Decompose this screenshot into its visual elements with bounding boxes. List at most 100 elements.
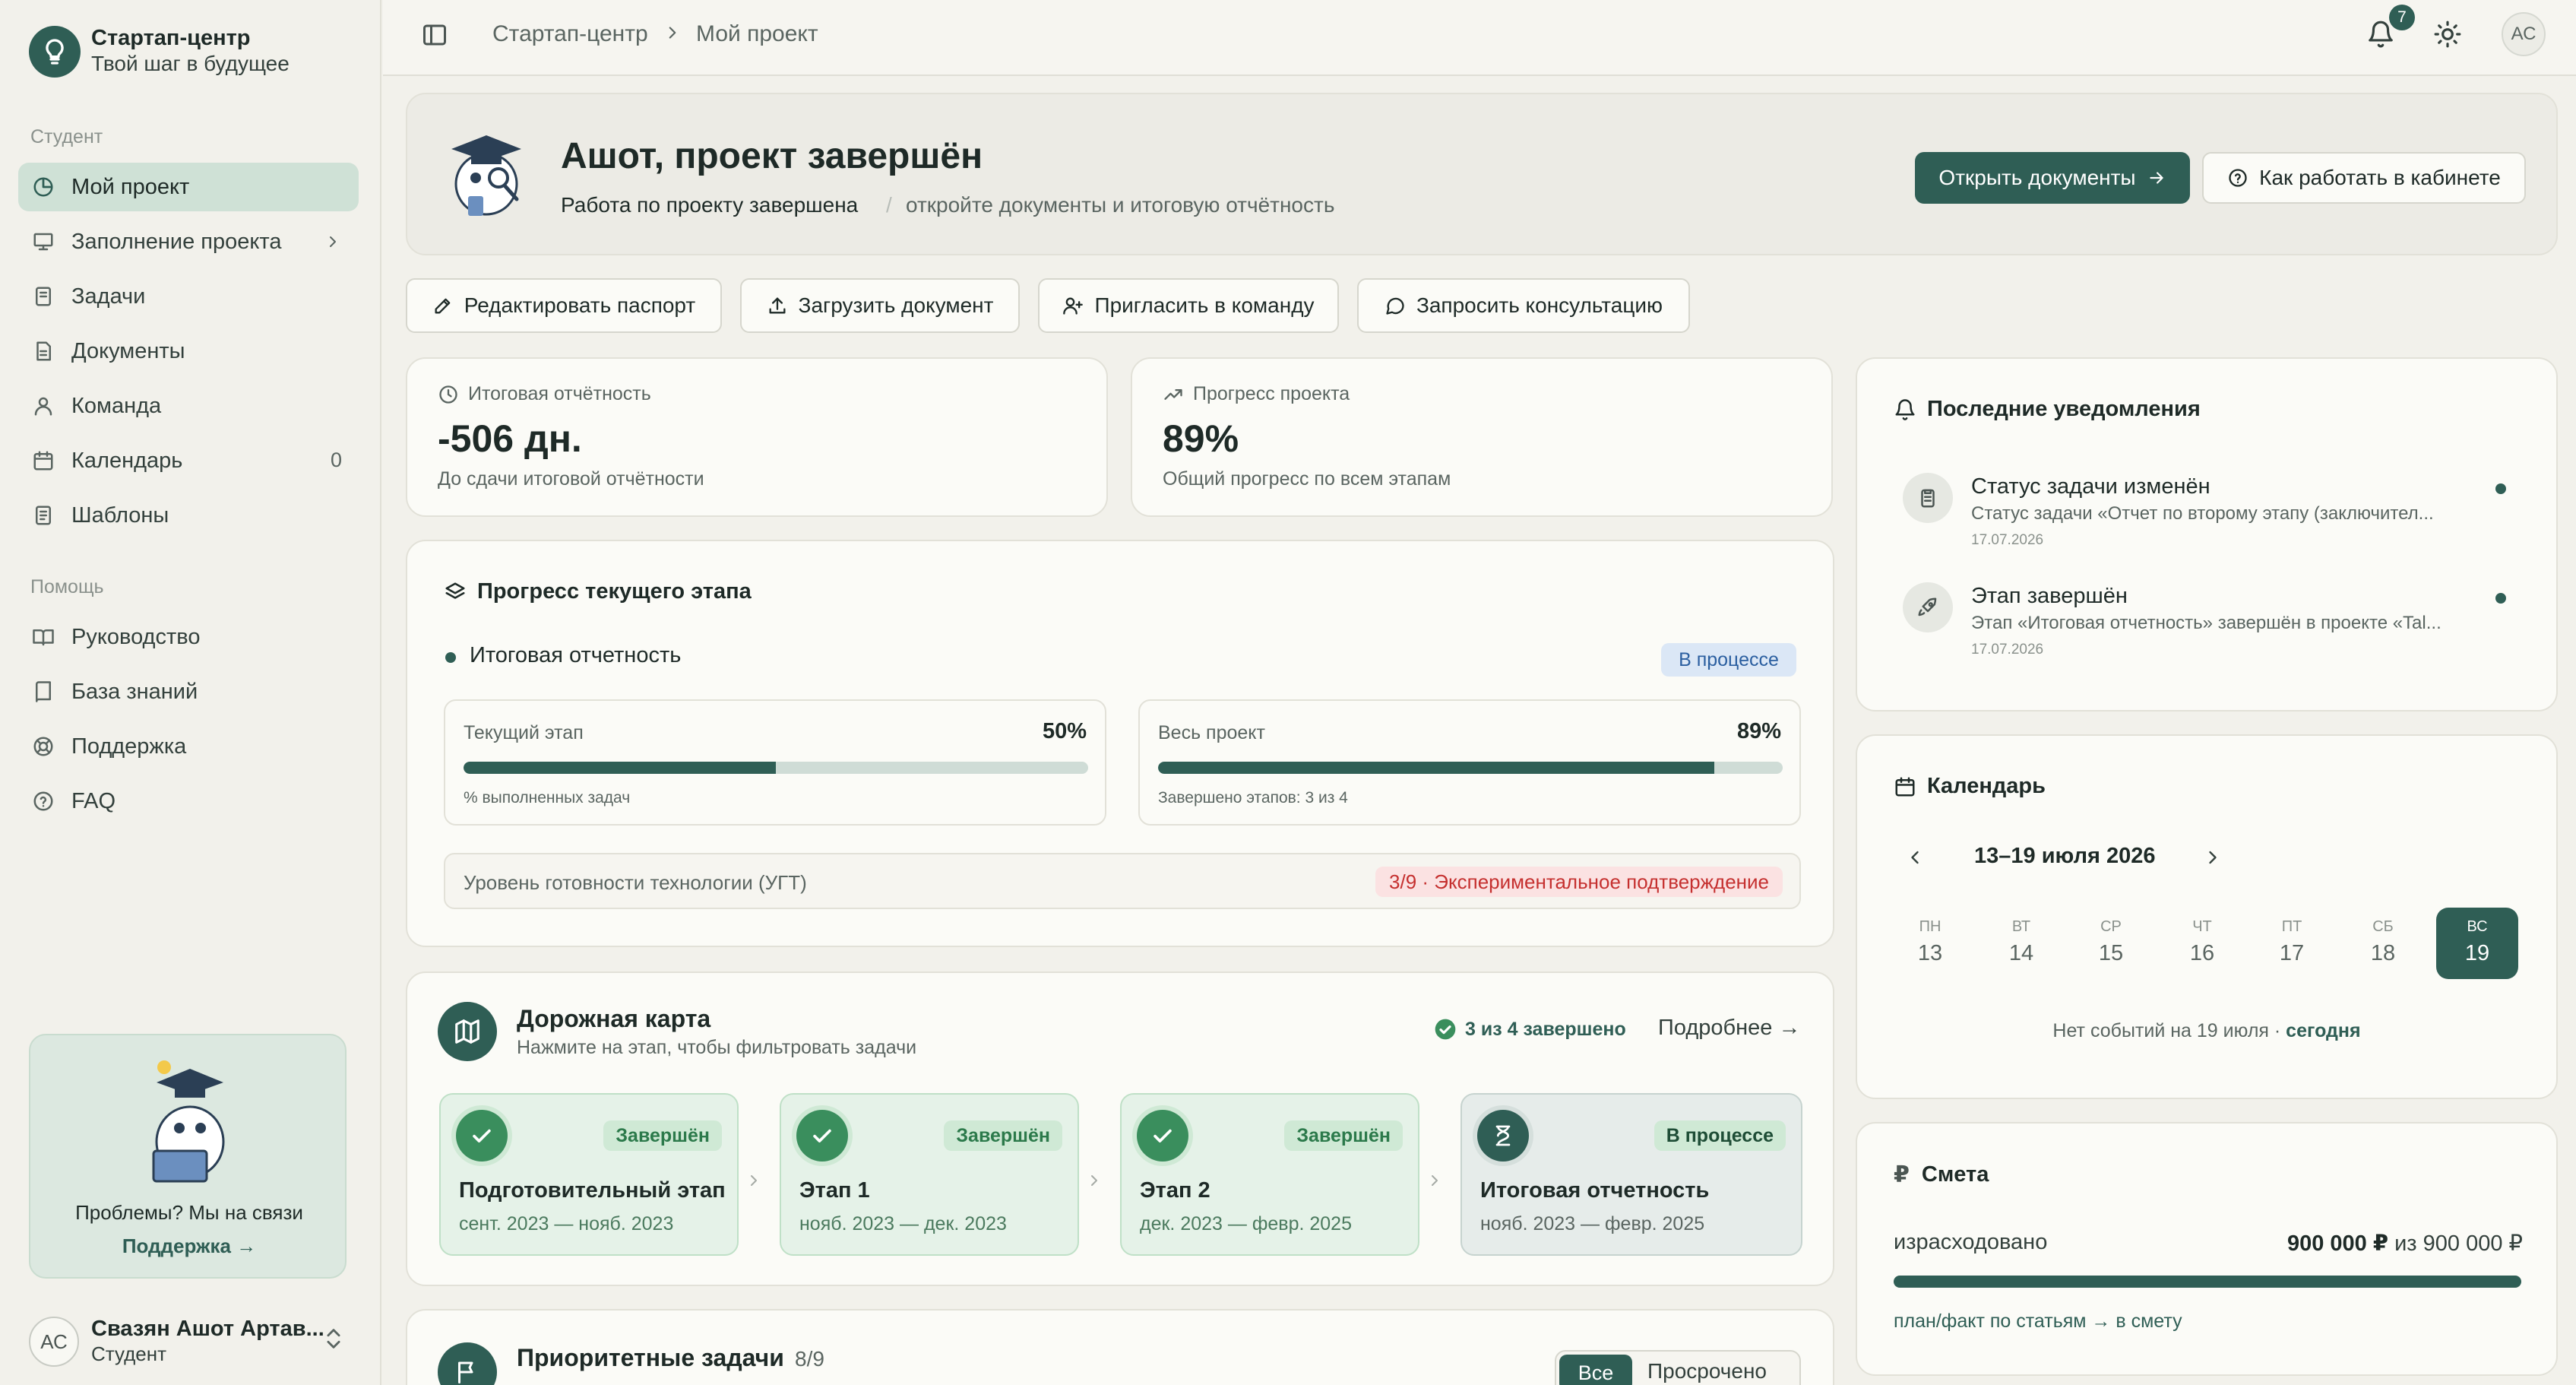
sidebar-item-guide[interactable]: Руководство — [18, 613, 359, 661]
notifications-card: Последние уведомления Статус задачи изме… — [1856, 357, 2558, 712]
roadmap-done-text: 3 из 4 завершено — [1465, 1018, 1626, 1040]
calendar-day[interactable]: СБ 18 — [2342, 908, 2424, 979]
section-label-help: Помощь — [30, 576, 104, 597]
document-icon — [30, 338, 56, 364]
page-title: Ашот, проект завершён — [561, 136, 983, 176]
calendar-day-selected[interactable]: ВС 19 — [2436, 908, 2518, 979]
roadmap-subtitle: Нажмите на этап, чтобы фильтровать задач… — [517, 1037, 917, 1058]
day-date: 14 — [2008, 941, 2034, 965]
upload-document-button[interactable]: Загрузить документ — [740, 278, 1020, 333]
chevron-right-icon[interactable] — [2202, 847, 2223, 868]
today-link[interactable]: сегодня — [2286, 1020, 2360, 1041]
brand-logo-icon[interactable] — [29, 26, 81, 78]
filter-all-tab[interactable]: Все — [1559, 1355, 1632, 1385]
user-name[interactable]: Свазян Ашот Артав... — [91, 1317, 324, 1342]
sidebar-item-label: База знаний — [71, 679, 198, 704]
sidebar-item-documents[interactable]: Документы — [18, 327, 359, 376]
current-stage-progress-card: Прогресс текущего этапа Итоговая отчетно… — [406, 540, 1834, 947]
project-progress-box: Весь проект 89% Завершено этапов: 3 из 4 — [1138, 699, 1801, 826]
sidebar-item-team[interactable]: Команда — [18, 382, 359, 430]
user-icon — [30, 393, 56, 419]
sidebar-item-tasks[interactable]: Задачи — [18, 272, 359, 321]
sidebar-item-support[interactable]: Поддержка — [18, 722, 359, 771]
clock-icon — [438, 384, 459, 405]
progress-bar-fill — [464, 762, 776, 774]
avatar[interactable]: АС — [2502, 12, 2546, 56]
calendar-note-text: Нет событий на 19 июля · — [2052, 1020, 2286, 1041]
stat-sub: Общий прогресс по всем этапам — [1163, 468, 1451, 490]
stage-dot — [445, 652, 456, 663]
stage-dates: нояб. 2023 — февр. 2025 — [1480, 1213, 1705, 1234]
budget-total: из 900 000 ₽ — [2394, 1231, 2523, 1256]
progress-bar-fill — [1158, 762, 1714, 774]
status-badge: В процессе — [1661, 643, 1796, 677]
sidebar-toggle-icon[interactable] — [421, 21, 448, 49]
sidebar-item-calendar[interactable]: Календарь 0 — [18, 436, 359, 485]
day-name: ПН — [1919, 918, 1941, 935]
sidebar-item-label: Документы — [71, 338, 185, 363]
stat-card-project-progress: Прогресс проекта 89% Общий прогресс по в… — [1131, 357, 1833, 517]
pie-chart-icon — [30, 174, 56, 200]
notification-text: Статус задачи «Отчет по второму этапу (з… — [1971, 503, 2434, 524]
progress-note: Завершено этапов: 3 из 4 — [1158, 789, 1348, 807]
priority-tasks-card: Приоритетные задачи 8/9 Все Просрочено — [406, 1309, 1834, 1385]
progress-label: Весь проект — [1158, 722, 1265, 743]
calendar-day[interactable]: ПТ 17 — [2251, 908, 2333, 979]
priority-filter: Все Просрочено — [1555, 1350, 1801, 1385]
sidebar-item-label: Заполнение проекта — [71, 229, 282, 254]
mascot-illustration — [438, 123, 535, 220]
card-title: Прогресс текущего этапа — [444, 579, 752, 604]
user-role: Студент — [91, 1342, 167, 1365]
calendar-day[interactable]: ЧТ 16 — [2161, 908, 2243, 979]
roadmap-more-link[interactable]: Подробнее → — [1658, 1016, 1800, 1041]
stage-status-badge: В процессе — [1654, 1120, 1786, 1151]
budget-values: 900 000 ₽ из 900 000 ₽ — [2287, 1230, 2523, 1257]
flag-icon — [438, 1342, 497, 1385]
notebook-icon — [30, 284, 56, 309]
avatar[interactable]: АС — [29, 1317, 79, 1367]
chevron-right-icon — [663, 23, 682, 43]
message-circle-icon — [1385, 295, 1406, 316]
open-documents-button[interactable]: Открыть документы — [1915, 152, 2190, 204]
budget-spent-value: 900 000 ₽ — [2286, 1231, 2389, 1256]
calendar-day[interactable]: ВТ 14 — [1980, 908, 2062, 979]
roadmap-stage[interactable]: Завершён Подготовительный этап сент. 202… — [439, 1093, 739, 1256]
filter-overdue-tab[interactable]: Просрочено — [1647, 1359, 1767, 1383]
sidebar-item-my-project[interactable]: Мой проект — [18, 163, 359, 211]
budget-link[interactable]: план/факт по статьям → в смету — [1894, 1311, 2182, 1333]
breadcrumb-root[interactable]: Стартап-центр — [492, 21, 648, 47]
day-date: 16 — [2189, 941, 2215, 965]
bell-icon — [1894, 398, 1916, 421]
invite-team-button[interactable]: Пригласить в команду — [1038, 278, 1339, 333]
breadcrumb-current: Мой проект — [696, 21, 818, 46]
sidebar-item-faq[interactable]: FAQ — [18, 777, 359, 826]
how-to-use-button[interactable]: Как работать в кабинете — [2202, 152, 2526, 204]
sidebar-item-knowledge-base[interactable]: База знаний — [18, 667, 359, 716]
roadmap-stage-current[interactable]: В процессе Итоговая отчетность нояб. 202… — [1460, 1093, 1802, 1256]
sun-icon[interactable] — [2433, 20, 2462, 49]
chevron-left-icon[interactable] — [1904, 847, 1926, 868]
roadmap-stage[interactable]: Завершён Этап 1 нояб. 2023 — дек. 2023 — [780, 1093, 1079, 1256]
sidebar-item-label: FAQ — [71, 788, 116, 813]
progress-bar — [1158, 762, 1783, 774]
notification-title[interactable]: Статус задачи изменён — [1971, 474, 2210, 499]
check-icon — [456, 1110, 508, 1162]
support-link[interactable]: Поддержка → — [30, 1234, 348, 1258]
calendar-day[interactable]: СР 15 — [2070, 908, 2152, 979]
chevron-right-icon — [1426, 1169, 1444, 1192]
help-circle-icon — [2227, 167, 2248, 189]
request-consultation-button[interactable]: Запросить консультацию — [1357, 278, 1690, 333]
layers-icon — [444, 581, 467, 604]
notification-date: 17.07.2026 — [1971, 642, 2044, 658]
stage-name: Подготовительный этап — [459, 1178, 726, 1203]
notification-title[interactable]: Этап завершён — [1971, 584, 2128, 609]
mascot-illustration — [144, 1052, 236, 1189]
roadmap-stage[interactable]: Завершён Этап 2 дек. 2023 — февр. 2025 — [1120, 1093, 1419, 1256]
sidebar-item-project-filling[interactable]: Заполнение проекта — [18, 217, 359, 266]
card-title-text: Календарь — [1927, 774, 2046, 798]
sidebar-item-templates[interactable]: Шаблоны — [18, 491, 359, 540]
edit-passport-button[interactable]: Редактировать паспорт — [406, 278, 722, 333]
button-label: Загрузить документ — [798, 293, 994, 317]
calendar-day[interactable]: ПН 13 — [1889, 908, 1971, 979]
chevrons-up-down-icon[interactable] — [321, 1326, 347, 1352]
